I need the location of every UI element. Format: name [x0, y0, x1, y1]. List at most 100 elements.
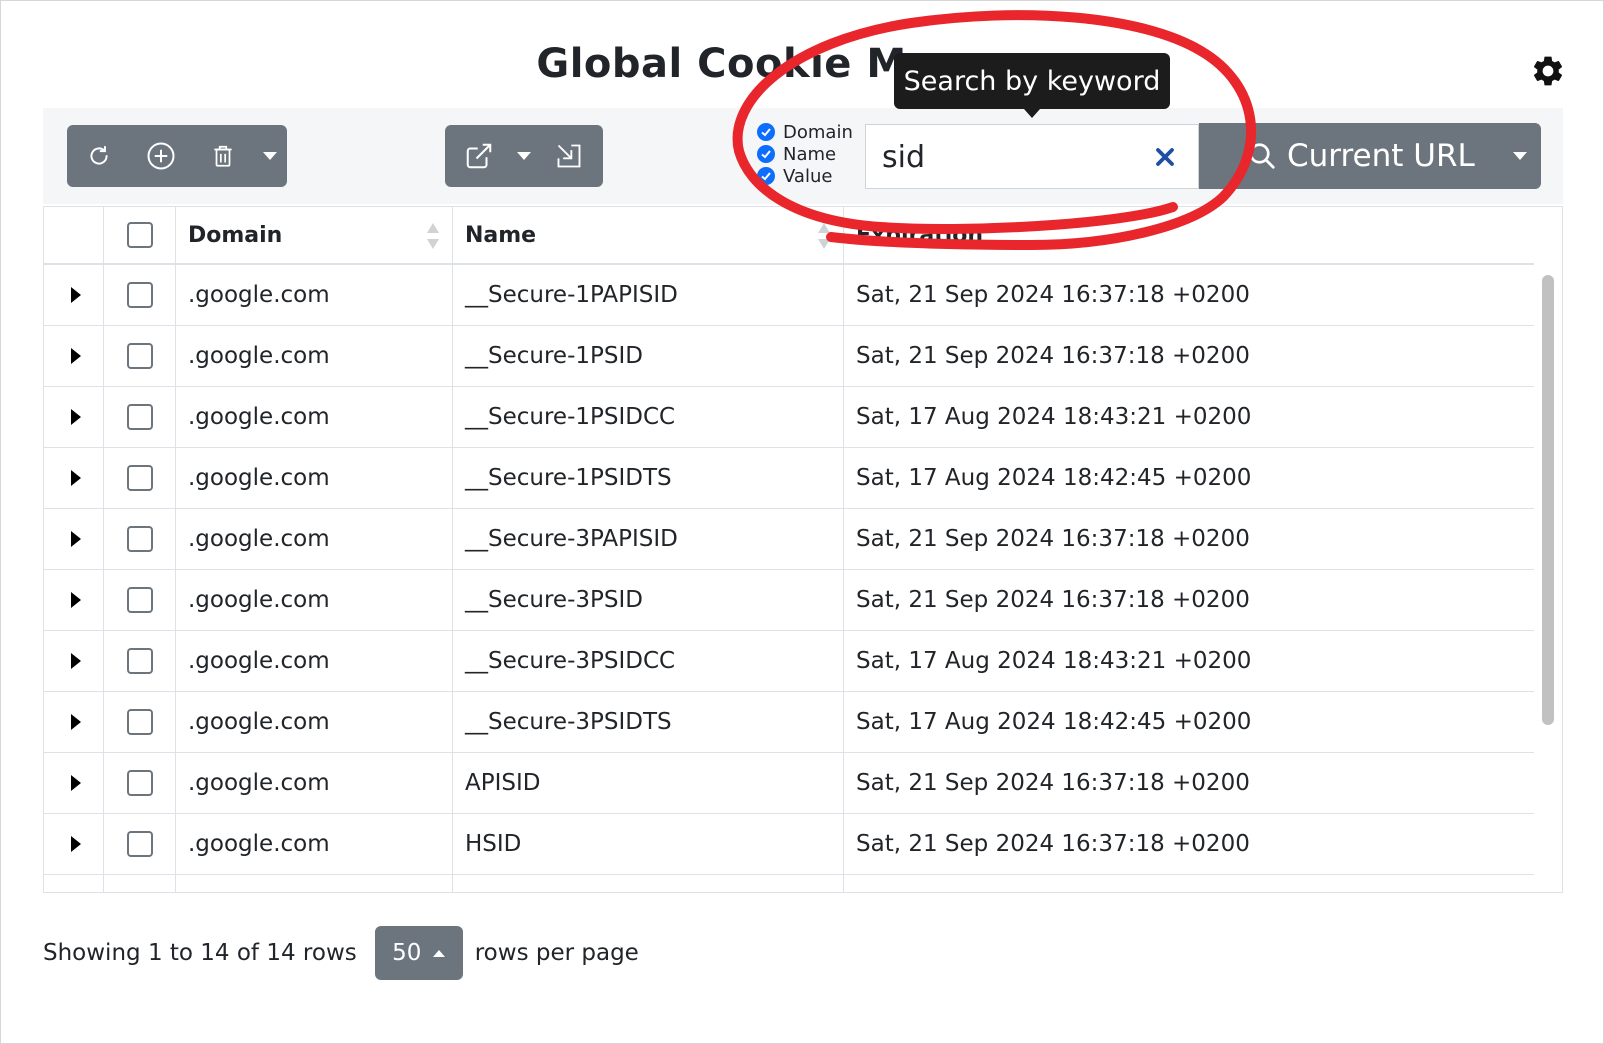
cell-domain: .google.com	[176, 753, 453, 813]
table-scrollbar[interactable]	[1538, 269, 1558, 892]
expand-row-icon[interactable]	[70, 775, 81, 791]
expand-row-icon[interactable]	[70, 348, 81, 364]
refresh-button[interactable]	[67, 125, 131, 187]
column-header-domain[interactable]: Domain	[176, 207, 453, 263]
current-url-button[interactable]: Current URL	[1247, 123, 1475, 189]
filter-label: Value	[783, 165, 833, 187]
filter-label: Domain	[783, 121, 853, 143]
checkbox-checked-icon[interactable]	[757, 123, 775, 141]
cell-name: __Secure-3PSIDTS	[453, 692, 844, 752]
gear-icon[interactable]	[1530, 53, 1566, 89]
export-dropdown-toggle[interactable]	[513, 125, 535, 187]
cell-domain: .google.com	[176, 265, 453, 325]
select-all-cell	[104, 207, 176, 263]
row-checkbox[interactable]	[126, 831, 153, 857]
import-button[interactable]	[535, 125, 603, 187]
expand-row-icon[interactable]	[70, 287, 81, 303]
cell-domain: .google.com	[176, 692, 453, 752]
pagination-info: Showing 1 to 14 of 14 rows	[43, 940, 357, 966]
external-link-icon	[466, 143, 492, 169]
expand-row-icon[interactable]	[70, 470, 81, 486]
row-checkbox[interactable]	[126, 648, 153, 674]
row-checkbox[interactable]	[126, 282, 153, 308]
row-checkbox[interactable]	[126, 465, 153, 491]
cell-domain: .google.com	[176, 326, 453, 386]
table-row[interactable]: .google.com __Secure-3PSID Sat, 21 Sep 2…	[44, 570, 1534, 631]
search-tooltip: Search by keyword	[894, 53, 1170, 118]
cell-name: APISID	[453, 753, 844, 813]
cell-expiration: Sat, 21 Sep 2024 16:37:18 +0200	[856, 343, 1250, 369]
select-all-checkbox[interactable]	[126, 222, 153, 248]
table-row[interactable]: .google.com __Secure-3PSIDTS Sat, 17 Aug…	[44, 692, 1534, 753]
cell-name: HSID	[453, 814, 844, 874]
expand-row-icon[interactable]	[70, 836, 81, 852]
table-row[interactable]: .google.com __Secure-3PAPISID Sat, 21 Se…	[44, 509, 1534, 570]
row-checkbox[interactable]	[126, 526, 153, 552]
table-row-partial[interactable]	[44, 875, 1534, 893]
sort-icon	[427, 223, 439, 249]
cell-expiration: Sat, 21 Sep 2024 16:37:18 +0200	[856, 831, 1250, 857]
add-cookie-button[interactable]	[131, 125, 191, 187]
pagination-footer: Showing 1 to 14 of 14 rows 50 rows per p…	[43, 926, 639, 980]
filter-value[interactable]: Value	[757, 165, 857, 187]
cell-name: __Secure-1PSID	[453, 326, 844, 386]
cell-expiration: Sat, 21 Sep 2024 16:37:18 +0200	[856, 587, 1250, 613]
import-export-button-group	[445, 125, 603, 187]
filter-domain[interactable]: Domain	[757, 121, 857, 143]
expand-row-icon[interactable]	[70, 714, 81, 730]
delete-dropdown-toggle[interactable]	[255, 125, 285, 187]
delete-button[interactable]	[191, 125, 255, 187]
chevron-down-icon	[263, 152, 277, 160]
filter-name[interactable]: Name	[757, 143, 857, 165]
search-icon	[1249, 143, 1275, 169]
trash-icon	[214, 145, 232, 167]
table-row[interactable]: .google.com APISID Sat, 21 Sep 2024 16:3…	[44, 753, 1534, 814]
expand-row-icon[interactable]	[70, 592, 81, 608]
search-field-filters: Domain Name Value	[757, 121, 857, 187]
cell-domain: .google.com	[176, 509, 453, 569]
cell-expiration: Sat, 21 Sep 2024 16:37:18 +0200	[856, 770, 1250, 796]
current-url-label: Current URL	[1287, 138, 1475, 174]
checkbox-checked-icon[interactable]	[757, 145, 775, 163]
row-checkbox[interactable]	[126, 587, 153, 613]
column-header-name[interactable]: Name	[453, 207, 844, 263]
column-label: Name	[465, 222, 537, 248]
close-icon[interactable]	[1151, 143, 1179, 171]
expand-column-header	[44, 207, 104, 263]
table-row[interactable]: .google.com __Secure-3PSIDCC Sat, 17 Aug…	[44, 631, 1534, 692]
table-row[interactable]: .google.com __Secure-1PAPISID Sat, 21 Se…	[44, 265, 1534, 326]
cell-expiration: Sat, 17 Aug 2024 18:42:45 +0200	[856, 465, 1252, 491]
column-header-expiration[interactable]: Expiration	[844, 207, 1534, 263]
table-row[interactable]: .google.com __Secure-1PSIDTS Sat, 17 Aug…	[44, 448, 1534, 509]
expand-row-icon[interactable]	[70, 531, 81, 547]
export-button[interactable]	[445, 125, 513, 187]
import-icon	[557, 144, 581, 168]
table-header: Domain Name Expiration	[44, 207, 1534, 265]
row-checkbox[interactable]	[126, 770, 153, 796]
cell-domain: .google.com	[176, 570, 453, 630]
scope-dropdown-toggle[interactable]	[1499, 123, 1541, 189]
page-size-value: 50	[392, 940, 422, 966]
column-label: Expiration	[856, 222, 984, 248]
plus-circle-icon	[147, 142, 175, 170]
table-row[interactable]: .google.com __Secure-1PSID Sat, 21 Sep 2…	[44, 326, 1534, 387]
table-row[interactable]: .google.com HSID Sat, 21 Sep 2024 16:37:…	[44, 814, 1534, 875]
row-checkbox[interactable]	[127, 892, 153, 893]
scrollbar-thumb[interactable]	[1542, 275, 1554, 725]
row-checkbox[interactable]	[126, 404, 153, 430]
search-input[interactable]	[882, 135, 1142, 179]
cell-domain: .google.com	[176, 448, 453, 508]
page-size-dropdown[interactable]: 50	[374, 926, 463, 980]
expand-row-icon[interactable]	[70, 653, 81, 669]
checkbox-checked-icon[interactable]	[757, 167, 775, 185]
expand-row-icon[interactable]	[70, 409, 81, 425]
cell-name: __Secure-1PSIDCC	[453, 387, 844, 447]
cell-domain: .google.com	[176, 814, 453, 874]
row-checkbox[interactable]	[126, 709, 153, 735]
chevron-down-icon	[517, 152, 531, 160]
cell-expiration: Sat, 21 Sep 2024 16:37:18 +0200	[856, 282, 1250, 308]
table-row[interactable]: .google.com __Secure-1PSIDCC Sat, 17 Aug…	[44, 387, 1534, 448]
page-title: Global Cookie Manager	[536, 41, 1068, 87]
cookie-manager-window: Global Cookie Manager Domain Name Value …	[0, 0, 1604, 1044]
row-checkbox[interactable]	[126, 343, 153, 369]
